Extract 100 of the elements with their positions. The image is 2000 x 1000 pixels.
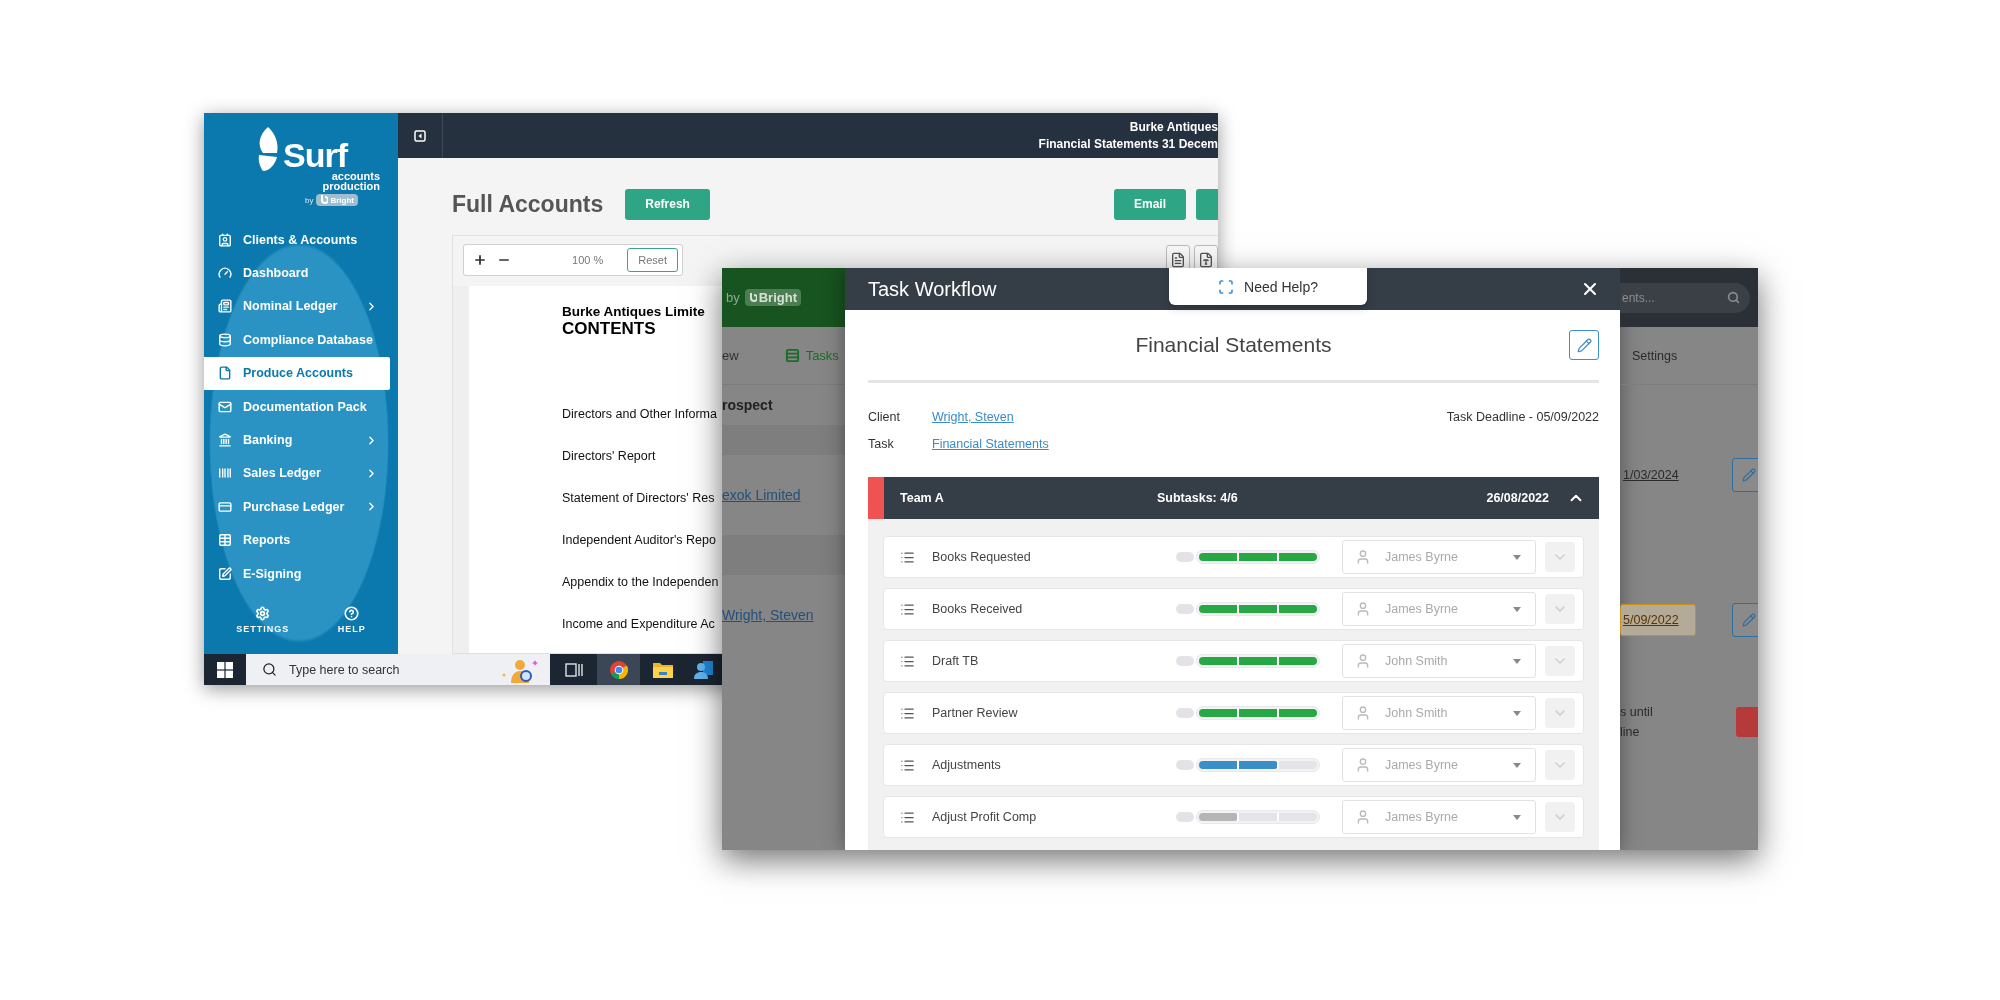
caret-down-icon: [1513, 658, 1521, 664]
team-date: 26/08/2022: [1486, 491, 1549, 505]
field-label: Client: [868, 409, 901, 424]
assignee-select[interactable]: James Byrne: [1342, 540, 1536, 574]
subtask-count: Subtasks: 4/6: [1157, 491, 1238, 505]
search-field[interactable]: ents...: [1620, 282, 1750, 313]
countdown-text: line: [1620, 725, 1641, 739]
sidebar-item[interactable]: E-Signing: [204, 556, 390, 591]
sidebar-item[interactable]: Sales Ledger: [204, 456, 390, 491]
newspaper-icon: [218, 299, 232, 314]
bank-icon: [218, 433, 232, 448]
contents-entry: Appendix to the Independen: [562, 575, 719, 589]
user-icon: [1355, 809, 1371, 825]
settings-tab[interactable]: Settings: [1632, 348, 1678, 363]
tasks-tab[interactable]: Tasks: [784, 348, 839, 363]
sidebar-item[interactable]: Clients & Accounts: [204, 223, 390, 257]
zoom-in-button[interactable]: [473, 253, 487, 267]
document-title: Financial Statements 31 Decem: [1038, 137, 1218, 151]
client-link[interactable]: exok Limited: [722, 487, 801, 503]
subtask-name: Adjustments: [932, 758, 1002, 772]
document-icon: [1198, 252, 1214, 268]
bright-logo-icon: [748, 292, 757, 303]
caret-down-icon: [1513, 762, 1521, 768]
mail-icon: [218, 399, 232, 414]
brand-badge: Bright: [744, 289, 801, 306]
database-icon: [218, 332, 232, 347]
brand-badge: Bright: [316, 194, 358, 206]
deadline-date[interactable]: 1/03/2024: [1620, 459, 1696, 491]
windows-logo-icon: [217, 661, 233, 678]
client-link[interactable]: Wright, Steven: [932, 409, 1014, 424]
assignee-select[interactable]: John Smith: [1342, 696, 1536, 730]
email-button[interactable]: Email: [1114, 188, 1186, 220]
section-heading: rospect: [722, 397, 773, 413]
caret-down-icon: [1513, 710, 1521, 716]
sidebar-item[interactable]: Reports: [204, 523, 390, 557]
client-link[interactable]: Wright, Steven: [722, 607, 814, 623]
list-icon: [900, 809, 915, 825]
table-icon: [218, 533, 232, 548]
sidebar-label: Nominal Ledger: [243, 299, 339, 314]
sidebar-item[interactable]: Banking: [204, 423, 390, 457]
edit-button[interactable]: [1569, 330, 1599, 360]
by-label: by: [726, 290, 740, 305]
taskbar-search-field[interactable]: Type here to search: [246, 654, 550, 685]
contents-entry: Directors' Report: [562, 449, 656, 463]
subtask-name: Books Requested: [932, 550, 1032, 564]
assignee-select[interactable]: John Smith: [1342, 644, 1536, 678]
sidebar-item[interactable]: Nominal Ledger: [204, 289, 390, 324]
by-label: by: [305, 195, 314, 205]
sidebar-item[interactable]: Purchase Ledger: [204, 490, 390, 524]
company-name: Burke Antiques Limite: [562, 304, 705, 319]
sidebar-item[interactable]: Dashboard: [204, 256, 390, 290]
task-link[interactable]: Financial Statements: [932, 436, 1049, 451]
caret-down-icon: [1513, 814, 1521, 820]
browser-taskbar-button[interactable]: [597, 654, 640, 685]
sidebar-label: Compliance Database: [243, 332, 374, 347]
contents-entry: Independent Auditor's Repo: [562, 533, 716, 547]
countdown-text: s until: [1620, 705, 1653, 719]
reset-button[interactable]: Reset: [627, 248, 678, 272]
sidebar-item[interactable]: Compliance Database: [204, 323, 390, 357]
user-icon: [1355, 601, 1371, 617]
client-name: Burke Antiques: [1129, 120, 1218, 134]
scan-icon: [1218, 278, 1235, 295]
contact-card-icon: [218, 232, 232, 247]
refresh-button[interactable]: Refresh: [625, 188, 710, 220]
status-pill: [1176, 760, 1194, 770]
dialog-title: Task Workflow: [868, 277, 997, 301]
assignee-select[interactable]: James Byrne: [1342, 592, 1536, 626]
list-icon: [900, 549, 915, 565]
deadline-date[interactable]: 5/09/2022: [1620, 604, 1696, 636]
collapse-icon: [414, 129, 426, 142]
sidebar-label: Banking: [243, 433, 294, 448]
status-pill: [1176, 656, 1194, 666]
status-pill: [1176, 708, 1194, 718]
pencil-icon: [1576, 337, 1592, 353]
assignee-select[interactable]: James Byrne: [1342, 748, 1536, 782]
status-pill: [1176, 812, 1194, 822]
task-heading: Financial Statements: [1135, 333, 1332, 357]
list-icon: [900, 653, 915, 669]
sidebar-label: Purchase Ledger: [243, 499, 346, 514]
pencil-icon: [1742, 468, 1756, 482]
edit-icon: [218, 566, 232, 581]
field-label: Task: [868, 436, 895, 451]
contents-entry: Directors and Other Informa: [562, 407, 717, 421]
credit-card-icon: [218, 499, 232, 514]
need-help-tab[interactable]: Need Help?: [1169, 268, 1367, 305]
rows-icon: [784, 348, 800, 363]
sidebar-item[interactable]: Produce Accounts: [204, 356, 390, 390]
contents-entry: Statement of Directors' Res: [562, 491, 715, 505]
sidebar-footer-button[interactable]: HELP: [331, 604, 372, 637]
search-icon: [1727, 291, 1740, 304]
list-icon: [900, 757, 915, 773]
assignee-select[interactable]: James Byrne: [1342, 800, 1536, 834]
sidebar-item[interactable]: Documentation Pack: [204, 389, 390, 424]
contents-entry: Income and Expenditure Ac: [562, 617, 715, 631]
tab-label: ew: [722, 348, 739, 363]
search-placeholder: Type here to search: [289, 662, 401, 677]
sidebar-label: Produce Accounts: [243, 366, 354, 381]
sidebar-footer-button[interactable]: SETTINGS: [230, 604, 296, 637]
logo-name: Surf: [283, 139, 347, 171]
status-pill: [1176, 552, 1194, 562]
